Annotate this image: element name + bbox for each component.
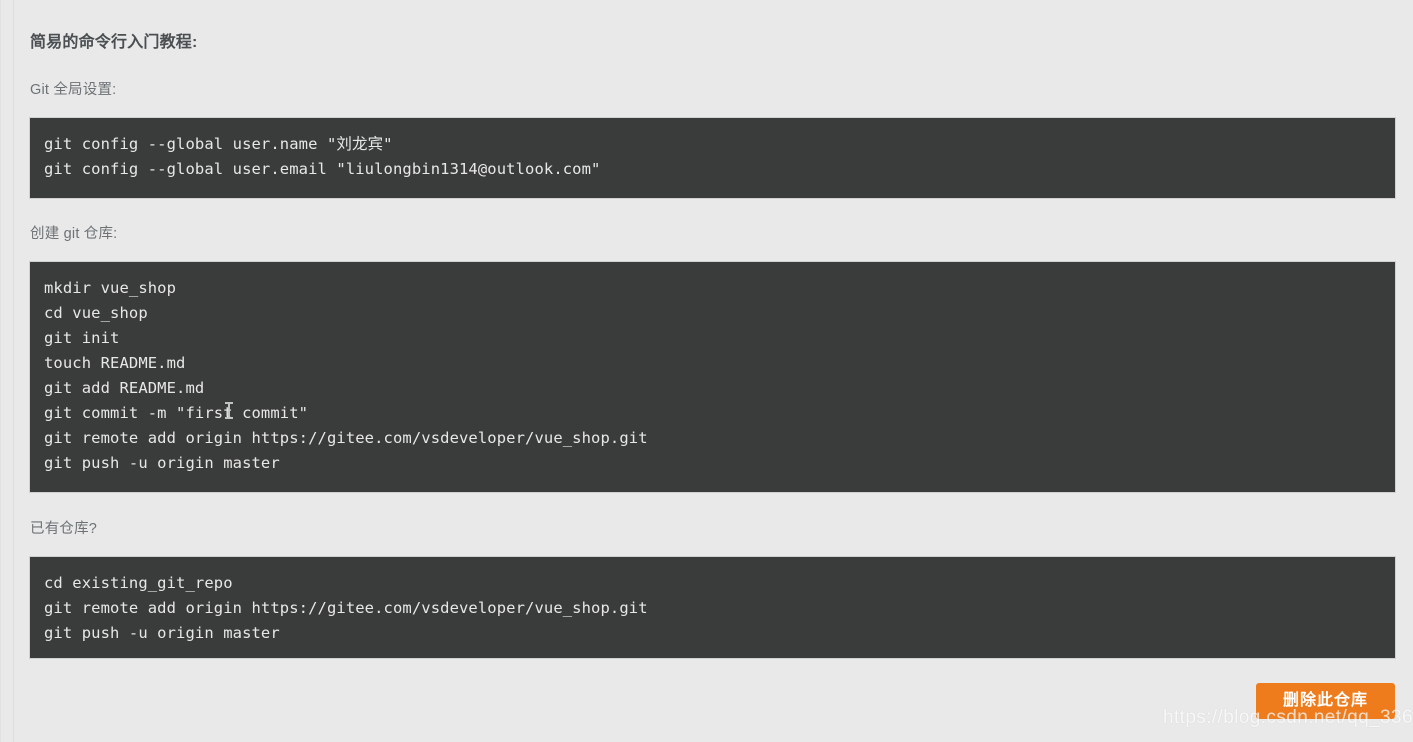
code-line: git add README.md	[44, 379, 205, 397]
page-title: 简易的命令行入门教程:	[30, 34, 198, 51]
code-line: mkdir vue_shop	[44, 279, 177, 297]
delete-repo-button[interactable]: 删除此仓库	[1256, 683, 1395, 719]
code-line: cd vue_shop	[44, 304, 148, 322]
code-block-existing-repo[interactable]: cd existing_git_repo git remote add orig…	[30, 557, 1395, 658]
code-line: cd existing_git_repo	[44, 574, 233, 592]
git-instructions-page: 简易的命令行入门教程: Git 全局设置: git config --globa…	[0, 0, 1413, 742]
section-label-create-repo: 创建 git 仓库:	[30, 226, 118, 242]
code-line: git push -u origin master	[44, 454, 280, 472]
code-line: git config --global user.name "刘龙宾"	[44, 135, 393, 153]
code-line: git init	[44, 329, 120, 347]
section-label-git-global-settings: Git 全局设置:	[30, 82, 117, 98]
content-left-divider	[13, 0, 14, 742]
code-block-create-repo[interactable]: mkdir vue_shop cd vue_shop git init touc…	[30, 262, 1395, 492]
code-line: git commit -m "first commit"	[44, 404, 309, 422]
code-block-git-global-settings[interactable]: git config --global user.name "刘龙宾" git …	[30, 118, 1395, 198]
page-left-edge-line	[0, 0, 1, 742]
code-line: git push -u origin master	[44, 624, 280, 642]
text-cursor-icon	[225, 402, 233, 419]
code-line: git remote add origin https://gitee.com/…	[44, 429, 648, 447]
code-line: touch README.md	[44, 354, 186, 372]
code-line: git config --global user.email "liulongb…	[44, 160, 601, 178]
code-line: git remote add origin https://gitee.com/…	[44, 599, 648, 617]
section-label-existing-repo: 已有仓库?	[30, 521, 98, 537]
